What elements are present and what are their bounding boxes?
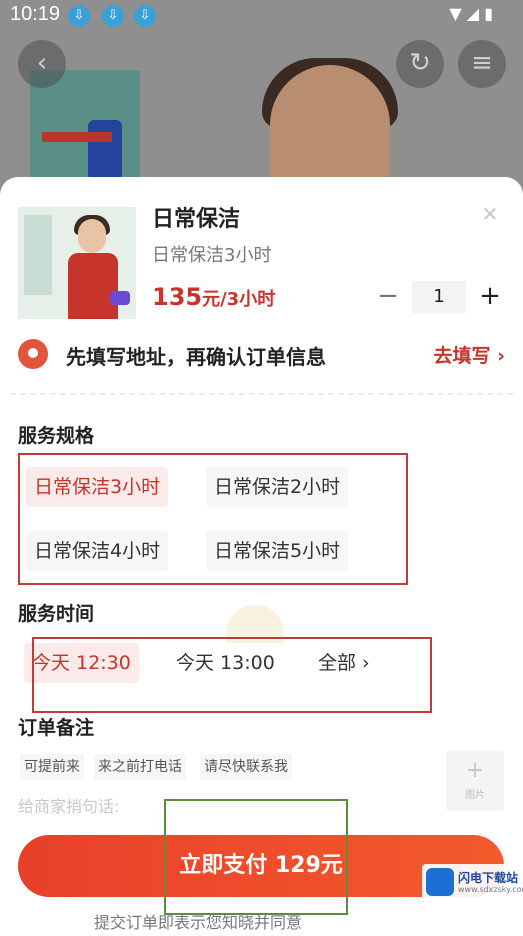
annotation-box xyxy=(18,453,408,585)
watermark-url: www.sdxzsky.com xyxy=(458,885,523,894)
service-thumbnail xyxy=(18,207,136,319)
price-unit: 元/3小时 xyxy=(202,289,276,310)
price-number: 135 xyxy=(152,283,203,311)
status-bar: 10:19 ⇩ ⇩ ⇩ ▼ ◢ ▮ xyxy=(0,0,523,30)
spec-label: 服务规格 xyxy=(18,425,95,447)
close-icon[interactable]: ✕ xyxy=(479,203,501,225)
time-label: 服务时间 xyxy=(18,603,95,625)
address-prompt: 先填写地址，再确认订单信息 xyxy=(66,345,326,369)
watermark: 闪电下载站 www.sdxzsky.com xyxy=(422,864,523,900)
menu-button[interactable]: ≡ xyxy=(458,40,506,88)
download-notification-icon: ⇩ xyxy=(102,5,124,27)
note-quick-tag[interactable]: 来之前打电话 xyxy=(94,754,186,780)
quantity-stepper: − 1 + xyxy=(372,281,506,313)
order-sheet: 日常保洁 日常保洁3小时 135元/3小时 ✕ − 1 + 先填写地址，再确认订… xyxy=(0,177,523,936)
address-row[interactable]: 先填写地址，再确认订单信息 去填写 › xyxy=(0,335,523,377)
notes-label: 订单备注 xyxy=(18,717,95,739)
note-quick-tag[interactable]: 请尽快联系我 xyxy=(200,754,292,780)
location-pin-icon xyxy=(18,339,48,369)
service-title: 日常保洁 xyxy=(152,207,241,232)
status-time: 10:19 xyxy=(10,3,61,25)
note-input[interactable]: 给商家捎句话: xyxy=(18,793,119,817)
increase-button[interactable]: + xyxy=(474,281,506,313)
download-notification-icon: ⇩ xyxy=(134,5,156,27)
add-photo-button[interactable]: + 图片 xyxy=(446,751,504,811)
service-price: 135元/3小时 xyxy=(152,283,275,311)
background-product-image xyxy=(30,70,140,190)
service-subtitle: 日常保洁3小时 xyxy=(152,245,272,266)
note-quick-tag[interactable]: 可提前来 xyxy=(20,754,84,780)
back-button[interactable]: ‹ xyxy=(18,40,66,88)
background-page xyxy=(0,0,523,200)
annotation-box xyxy=(164,799,348,915)
annotation-box xyxy=(32,637,432,713)
share-button[interactable]: ↻ xyxy=(396,40,444,88)
agreement-text[interactable]: 提交订单即表示您知晓并同意 xyxy=(94,909,302,933)
divider xyxy=(10,393,513,395)
system-status-icons: ▼ ◢ ▮ xyxy=(449,4,493,23)
watermark-logo-icon xyxy=(426,868,454,896)
fill-address-link[interactable]: 去填写 › xyxy=(434,341,505,368)
download-notification-icon: ⇩ xyxy=(68,5,90,27)
decrease-button[interactable]: − xyxy=(372,281,404,313)
watermark-name: 闪电下载站 xyxy=(458,871,519,885)
quantity-value[interactable]: 1 xyxy=(412,281,466,313)
